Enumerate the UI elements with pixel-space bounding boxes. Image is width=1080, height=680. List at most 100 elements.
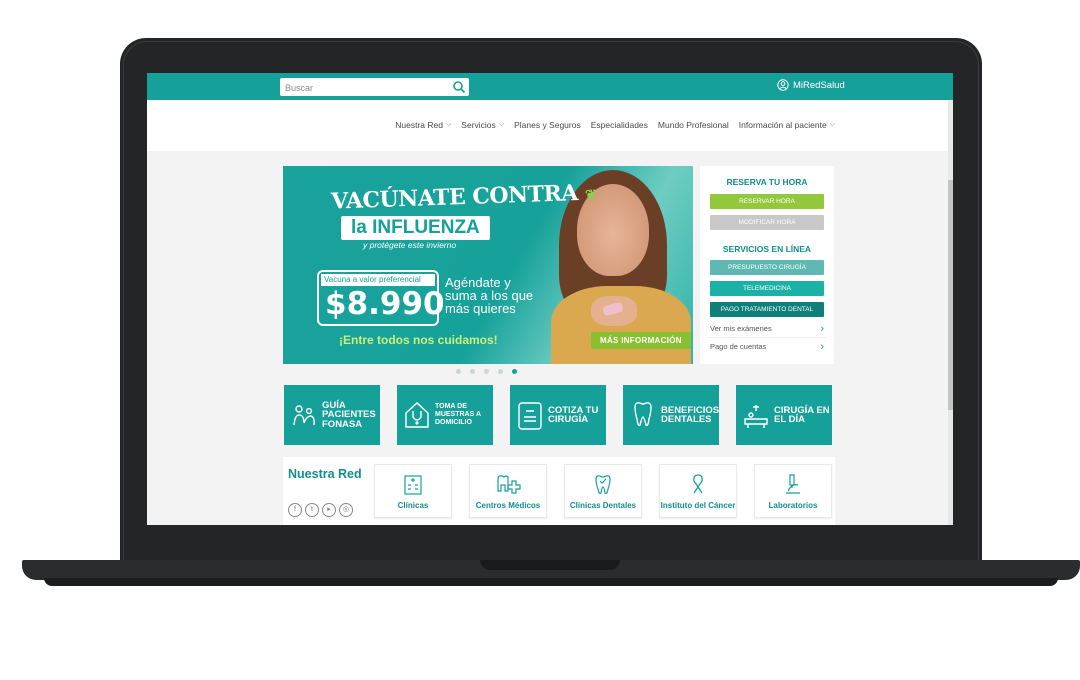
reservar-hora-button[interactable]: RESERVAR HORA (710, 194, 824, 209)
house-stethoscope-icon (405, 402, 429, 428)
card-label: Instituto del Cáncer (660, 501, 736, 510)
carousel-dot-active[interactable] (512, 369, 517, 374)
servicios-title: SERVICIOS EN LÍNEA (722, 244, 812, 254)
browser-viewport: MiRedSalud Nuestra Red⌵ Servicios⌵ Plane… (147, 73, 953, 525)
twitter-icon[interactable]: t (305, 503, 319, 517)
nav-item-informacion-paciente[interactable]: Información al paciente ⌵ (739, 120, 835, 130)
family-icon (293, 405, 315, 426)
instagram-icon[interactable]: ◎ (339, 503, 353, 517)
hero-banner[interactable]: VACÚNATE CONTRA ❦ la INFLUENZA y protége… (283, 166, 693, 364)
network-cards: Clínicas Centros Médicos Clínicas Dental… (374, 464, 832, 518)
user-circle-icon (777, 79, 789, 91)
tile-toma-muestras[interactable]: TOMA DE MUESTRAS A DOMICILIO (397, 385, 493, 445)
account-link[interactable]: MiRedSalud (777, 79, 845, 91)
nav-item-label: Nuestra Red (395, 120, 443, 130)
nav-item-mundo-profesional[interactable]: Mundo Profesional (658, 120, 729, 130)
chevron-down-icon: ⌵ (498, 121, 505, 128)
surgery-calculator-icon (518, 402, 542, 430)
laptop-base-shadow (44, 578, 1058, 586)
laptop-notch (480, 560, 620, 570)
link-label: Ver mis exámenes (710, 324, 772, 333)
facebook-icon[interactable]: f (288, 503, 302, 517)
chevron-down-icon: ⌵ (829, 121, 835, 128)
nav-item-especialidades[interactable]: Especialidades (591, 120, 648, 130)
main-navigation: Nuestra Red ⌵ Servicios ⌵ Planes y Seguros… (147, 100, 953, 151)
modificar-hora-button[interactable]: MODIFICAR HORA (710, 215, 824, 230)
price-box: Vacuna a valor preferencial $8.990 (317, 270, 445, 326)
nav-item-label: Mundo Profesional (657, 120, 729, 130)
card-laboratorios[interactable]: Laboratorios (754, 464, 832, 518)
pago-cuentas-link[interactable]: Pago de cuentas › (708, 338, 826, 355)
nav-item-nuestra-red[interactable]: Nuestra Red ⌵ (395, 120, 451, 130)
ribbon-icon (693, 474, 703, 494)
hero-title-text: VACÚNATE CONTRA (330, 180, 579, 215)
tile-label: COTIZA TU CIRUGÍA (548, 404, 599, 425)
tile-label: CIRUGÍA EN EL DÍA (774, 404, 830, 425)
hero-slogan: ¡Entre todos nos cuidamos! (339, 333, 498, 347)
hospital-icon (404, 475, 422, 495)
hero-side-text: Agéndate y suma a los que más quieres (445, 275, 534, 316)
search-box (280, 78, 469, 97)
search-input[interactable] (280, 79, 445, 97)
nav-item-servicios[interactable]: Servicios ⌵ (461, 120, 504, 130)
nav-item-label: Servicios (461, 120, 496, 130)
telemedicina-button[interactable]: TELEMEDICINA (710, 281, 824, 296)
nav-item-planes-seguros[interactable]: Planes y Seguros (514, 120, 581, 130)
carousel-dot[interactable] (456, 369, 461, 374)
card-label: Centros Médicos (475, 501, 541, 510)
carousel-dots (456, 369, 517, 374)
tile-label: TOMA DE MUESTRAS A DOMICILIO (435, 403, 481, 426)
nav-menu: Nuestra Red ⌵ Servicios ⌵ Planes y Seguros… (395, 120, 835, 130)
price-label: Vacuna a valor preferencial (321, 274, 435, 286)
tile-cotiza-cirugia[interactable]: COTIZA TU CIRUGÍA (510, 385, 606, 445)
card-label: Clínicas Dentales (569, 501, 637, 510)
reserva-title: RESERVA TU HORA (726, 177, 808, 187)
hero-title-line3: y protégete este invierno (363, 240, 457, 250)
tile-beneficios-dentales[interactable]: BENEFICIOS DENTALES (623, 385, 719, 445)
link-label: Pago de cuentas (710, 342, 767, 351)
presupuesto-cirugia-button[interactable]: PRESUPUESTO CIRUGÍA (710, 260, 824, 275)
tile-label: GUÍA PACIENTES FONASA (322, 399, 376, 430)
card-centros-medicos[interactable]: Centros Médicos (469, 464, 547, 518)
nav-item-label: Especialidades (590, 120, 648, 130)
laptop-mockup: MiRedSalud Nuestra Red⌵ Servicios⌵ Plane… (0, 0, 1080, 680)
carousel-dot[interactable] (484, 369, 489, 374)
youtube-icon[interactable]: ▸ (322, 503, 336, 517)
nav-item-label: Planes y Seguros (514, 120, 581, 130)
quick-access-panel: RESERVA TU HORA RESERVAR HORA MODIFICAR … (700, 166, 834, 364)
top-bar: MiRedSalud (147, 73, 953, 100)
carousel-dot[interactable] (470, 369, 475, 374)
tooth-icon (634, 402, 652, 427)
chevron-right-icon: › (820, 322, 824, 335)
microscope-icon (786, 474, 800, 494)
scrollbar[interactable] (948, 100, 953, 525)
card-instituto-cancer[interactable]: Instituto del Cáncer (659, 464, 737, 518)
leaf-icon: ❦ (584, 187, 597, 204)
price-value: $8.990 (325, 286, 445, 322)
feature-tiles: GUÍA PACIENTES FONASA TOMA DE MUESTRAS A… (284, 385, 832, 445)
nav-item-label: Información al paciente (738, 120, 827, 130)
medical-cross-icon (497, 475, 521, 494)
tooth-check-icon (595, 475, 611, 495)
card-label: Laboratorios (768, 501, 818, 510)
scrollbar-thumb[interactable] (948, 180, 953, 410)
chevron-right-icon: › (820, 340, 824, 353)
card-label: Clínicas (397, 501, 429, 510)
social-links: f t ▸ ◎ (288, 503, 353, 517)
chevron-down-icon: ⌵ (445, 121, 452, 128)
carousel-dot[interactable] (498, 369, 503, 374)
nuestra-red-section: Nuestra Red f t ▸ ◎ Clínicas Centros Méd… (283, 457, 835, 525)
hero-title-line1: VACÚNATE CONTRA ❦ (330, 179, 597, 215)
more-info-button[interactable]: MÁS INFORMACIÓN (591, 332, 691, 349)
account-label: MiRedSalud (793, 79, 845, 91)
card-clinicas-dentales[interactable]: Clínicas Dentales (564, 464, 642, 518)
pago-dental-button[interactable]: PAGO TRATAMIENTO DENTAL (710, 302, 824, 317)
ver-examenes-link[interactable]: Ver mis exámenes › (708, 320, 826, 338)
tile-cirugia-dia[interactable]: CIRUGÍA EN EL DÍA (736, 385, 832, 445)
search-icon[interactable] (452, 80, 466, 94)
section-title: Nuestra Red (288, 467, 362, 481)
tile-guia-fonasa[interactable]: GUÍA PACIENTES FONASA (284, 385, 380, 445)
tile-label: BENEFICIOS DENTALES (661, 404, 720, 425)
card-clinicas[interactable]: Clínicas (374, 464, 452, 518)
surgery-bed-icon (744, 405, 768, 428)
